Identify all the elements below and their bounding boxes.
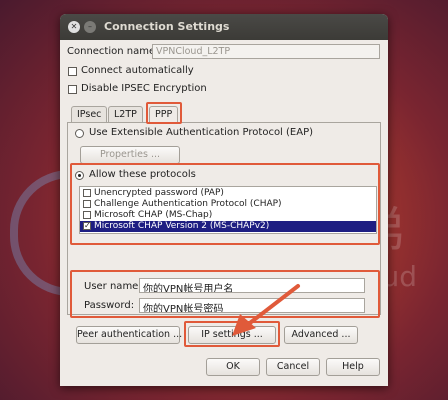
ok-button[interactable]: OK — [206, 358, 260, 376]
connect-automatically-label: Connect automatically — [81, 65, 194, 76]
list-item[interactable]: Unencrypted password (PAP) — [80, 188, 376, 199]
list-item[interactable]: Challenge Authentication Protocol (CHAP) — [80, 199, 376, 210]
password-label: Password: — [84, 300, 135, 311]
list-item[interactable]: ✓ Microsoft CHAP Version 2 (MS-CHAPv2) — [80, 221, 376, 232]
allow-protocols-radio[interactable] — [75, 171, 84, 180]
mschapv2-checkbox[interactable]: ✓ — [83, 222, 91, 230]
help-button[interactable]: Help — [326, 358, 380, 376]
allow-protocols-label: Allow these protocols — [89, 169, 196, 180]
pointer-arrow-icon — [232, 284, 300, 336]
connect-automatically-checkbox[interactable] — [68, 67, 77, 76]
mschap-checkbox[interactable] — [83, 211, 91, 219]
connection-name-label: Connection name: — [67, 46, 159, 57]
disable-ipsec-label: Disable IPSEC Encryption — [81, 83, 207, 94]
protocols-list: Unencrypted password (PAP) Challenge Aut… — [79, 186, 377, 234]
titlebar: ✕ – Connection Settings — [60, 14, 388, 40]
close-icon[interactable]: ✕ — [68, 21, 80, 33]
peer-authentication-button[interactable]: Peer authentication ... — [76, 326, 182, 344]
username-label: User name: — [84, 281, 142, 292]
properties-button[interactable]: Properties ... — [80, 146, 180, 164]
cancel-button[interactable]: Cancel — [266, 358, 320, 376]
tab-ipsec[interactable]: IPsec — [71, 106, 108, 123]
minimize-icon[interactable]: – — [84, 21, 96, 33]
chap-checkbox[interactable] — [83, 200, 91, 208]
list-item[interactable]: Microsoft CHAP (MS-Chap) — [80, 210, 376, 221]
connection-name-field[interactable]: VPNCloud_L2TP — [152, 44, 380, 59]
pap-checkbox[interactable] — [83, 189, 91, 197]
disable-ipsec-checkbox[interactable] — [68, 85, 77, 94]
eap-radio[interactable] — [75, 129, 84, 138]
tab-l2tp[interactable]: L2TP — [108, 106, 143, 123]
window-title: Connection Settings — [104, 20, 230, 33]
eap-label: Use Extensible Authentication Protocol (… — [89, 127, 314, 138]
